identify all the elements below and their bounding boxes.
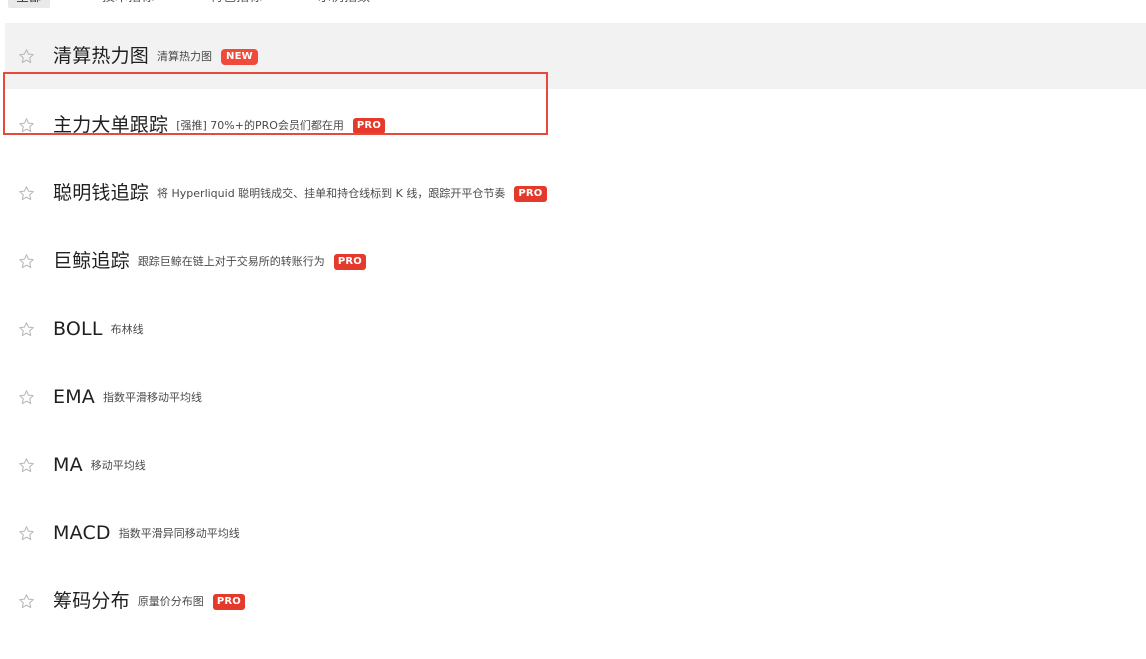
indicator-description: 跟踪巨鲸在链上对于交易所的转账行为 (137, 255, 325, 268)
pro-badge: PRO (514, 186, 547, 202)
indicator-description: 清算热力图 (157, 50, 213, 63)
tab-technical[interactable]: 技术指标 (94, 0, 162, 8)
star-outline-icon[interactable] (17, 592, 35, 610)
new-badge: NEW (221, 49, 258, 65)
star-outline-icon[interactable] (17, 524, 35, 542)
star-outline-icon[interactable] (17, 252, 35, 270)
indicator-name: 清算热力图 (53, 45, 150, 67)
indicator-description: [强推] 70%+的PRO会员们都在用 (176, 119, 344, 132)
tab-sample-index[interactable]: 示例指数 (310, 0, 378, 8)
indicator-row-ma[interactable]: MA 移动平均线 (5, 431, 1146, 499)
star-outline-icon[interactable] (17, 456, 35, 474)
indicator-row-smart-money[interactable]: 聪明钱追踪 将 Hyperliquid 聪明钱成交、挂单和持仓线标到 K 线，跟… (5, 159, 1146, 227)
indicator-row-main-force-orders[interactable]: 主力大单跟踪 [强推] 70%+的PRO会员们都在用 PRO (5, 91, 1146, 159)
indicator-row-chip-distribution[interactable]: 筹码分布 原量价分布图 PRO (5, 567, 1146, 635)
indicator-row-macd[interactable]: MACD 指数平滑异同移动平均线 (5, 499, 1146, 567)
indicator-description: 布林线 (110, 323, 144, 336)
pro-badge: PRO (333, 254, 366, 270)
indicator-name: 聪明钱追踪 (53, 182, 150, 204)
indicator-name: MACD (53, 522, 111, 544)
tab-all[interactable]: 全部 (8, 0, 51, 8)
indicator-description: 指数平滑移动平均线 (103, 391, 202, 404)
star-outline-icon[interactable] (17, 116, 35, 134)
indicator-name: BOLL (53, 318, 103, 340)
indicator-row-boll[interactable]: BOLL 布林线 (5, 295, 1146, 363)
indicator-name: MA (53, 454, 83, 476)
indicator-list: 清算热力图 清算热力图 NEW 主力大单跟踪 [强推] 70%+的PRO会员们都… (5, 23, 1146, 635)
star-outline-icon[interactable] (17, 47, 35, 65)
star-outline-icon[interactable] (17, 320, 35, 338)
star-outline-icon[interactable] (17, 184, 35, 202)
indicator-name: 主力大单跟踪 (53, 114, 169, 136)
indicator-row-whale-tracking[interactable]: 巨鲸追踪 跟踪巨鲸在链上对于交易所的转账行为 PRO (5, 227, 1146, 295)
pro-badge: PRO (212, 594, 245, 610)
indicator-row-liquidation-heatmap[interactable]: 清算热力图 清算热力图 NEW (5, 23, 1146, 89)
indicator-row-ema[interactable]: EMA 指数平滑移动平均线 (5, 363, 1146, 431)
indicator-description: 原量价分布图 (137, 595, 204, 608)
indicator-name: 巨鲸追踪 (53, 250, 130, 272)
indicator-name: 筹码分布 (53, 590, 130, 612)
indicator-category-tabs: 全部 技术指标 特色指标 示例指数 (8, 0, 418, 8)
indicator-description: 指数平滑异同移动平均线 (118, 527, 240, 540)
pro-badge: PRO (352, 118, 386, 134)
indicator-description: 移动平均线 (90, 459, 146, 472)
tab-featured[interactable]: 特色指标 (202, 0, 270, 8)
indicator-description: 将 Hyperliquid 聪明钱成交、挂单和持仓线标到 K 线，跟踪开平仓节奏 (157, 187, 506, 200)
star-outline-icon[interactable] (17, 388, 35, 406)
indicator-name: EMA (53, 386, 95, 408)
